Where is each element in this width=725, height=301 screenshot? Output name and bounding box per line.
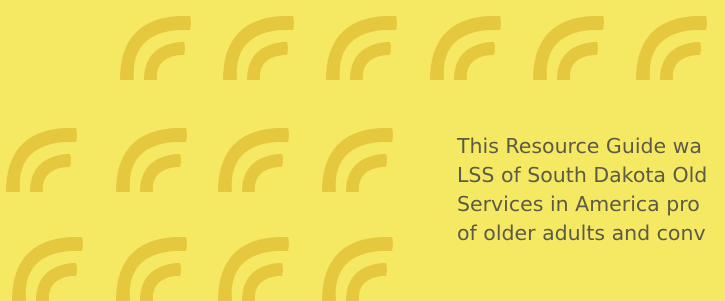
signal-arc-icon (223, 16, 294, 80)
intro-line: of older adults and conv (457, 221, 706, 245)
signal-arc-icon (326, 16, 397, 80)
signal-arc-icon (322, 128, 393, 192)
intro-line: LSS of South Dakota Old (457, 163, 708, 187)
signal-arc-icon (636, 16, 707, 80)
cover-page: This Resource Guide wa LSS of South Dako… (0, 0, 725, 301)
signal-arc-icon (12, 237, 83, 301)
signal-arc-icon (533, 16, 604, 80)
signal-arc-icon (116, 128, 187, 192)
signal-arc-icon (430, 16, 501, 80)
intro-paragraph: This Resource Guide wa LSS of South Dako… (457, 132, 725, 248)
signal-arc-icon (218, 128, 289, 192)
signal-arc-icon (6, 128, 77, 192)
signal-arc-icon (120, 16, 191, 80)
intro-line: This Resource Guide wa (457, 134, 702, 158)
intro-line: Services in America pro (457, 192, 700, 216)
signal-arc-icon (322, 237, 393, 301)
signal-arc-icon (116, 237, 187, 301)
signal-arc-icon (218, 237, 289, 301)
